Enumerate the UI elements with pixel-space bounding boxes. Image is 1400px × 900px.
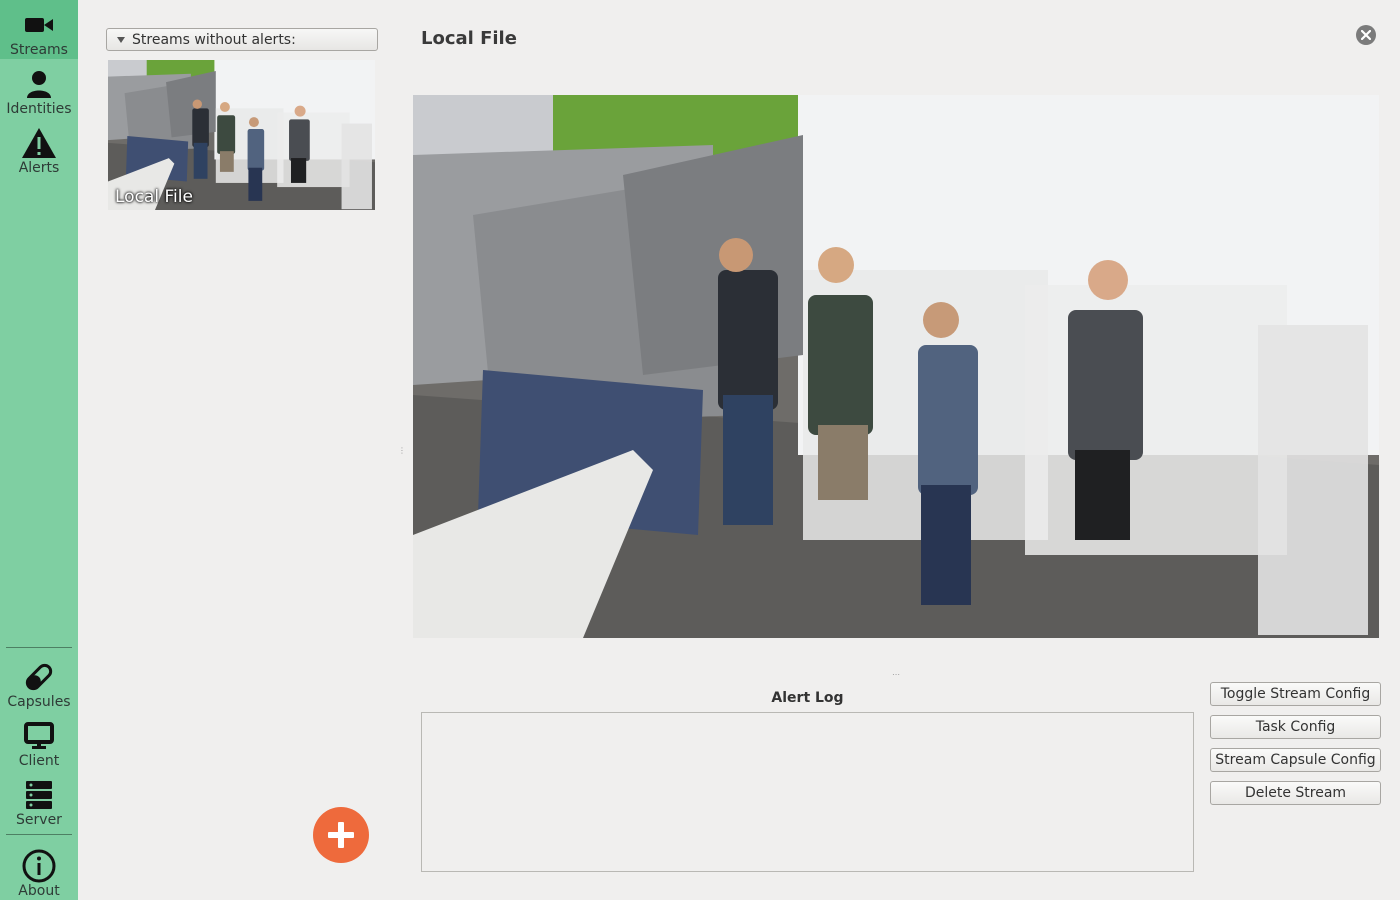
close-icon	[1361, 30, 1371, 40]
stream-video-image	[413, 95, 1379, 638]
add-stream-button[interactable]	[313, 807, 369, 863]
nav-identities-label: Identities	[6, 101, 72, 117]
nav-capsules[interactable]: Capsules	[0, 652, 78, 711]
monitor-icon	[19, 719, 59, 753]
nav-streams[interactable]: Streams	[0, 0, 78, 59]
plus-icon	[328, 822, 354, 848]
stream-thumbnail[interactable]: Local File	[108, 60, 375, 210]
close-stream-button[interactable]	[1356, 25, 1376, 45]
nav-about-label: About	[18, 883, 60, 899]
nav-server[interactable]: Server	[0, 770, 78, 829]
horizontal-splitter-handle[interactable]: ⋯	[892, 670, 901, 679]
nav-server-label: Server	[16, 812, 62, 828]
nav-divider	[6, 834, 72, 835]
capsule-icon	[19, 660, 59, 694]
warning-icon	[19, 126, 59, 160]
person-icon	[19, 67, 59, 101]
video-camera-icon	[19, 8, 59, 42]
task-config-button[interactable]: Task Config	[1210, 715, 1381, 739]
nav-streams-label: Streams	[10, 42, 68, 58]
nav-about[interactable]: About	[0, 840, 78, 900]
vertical-splitter-handle[interactable]: ⋮	[398, 446, 406, 455]
streams-filter-label: Streams without alerts:	[132, 31, 296, 48]
nav-client-label: Client	[18, 753, 60, 769]
alert-log-list[interactable]	[421, 712, 1194, 872]
toggle-stream-config-button[interactable]: Toggle Stream Config	[1210, 682, 1381, 706]
info-icon	[19, 849, 59, 883]
stream-video-frame	[413, 95, 1379, 638]
nav-client[interactable]: Client	[0, 711, 78, 770]
triangle-down-icon	[117, 36, 125, 43]
nav-alerts-label: Alerts	[18, 160, 60, 176]
streams-filter-dropdown[interactable]: Streams without alerts:	[106, 28, 378, 51]
nav-capsules-label: Capsules	[7, 694, 71, 710]
alert-log-title: Alert Log	[771, 690, 844, 706]
delete-stream-button[interactable]: Delete Stream	[1210, 781, 1381, 805]
stream-thumbnail-label: Local File	[115, 187, 193, 207]
nav-alerts[interactable]: Alerts	[0, 118, 78, 177]
nav-identities[interactable]: Identities	[0, 59, 78, 118]
nav-divider	[6, 647, 72, 648]
sidebar: Streams Identities Alerts Capsules Clien…	[0, 0, 78, 900]
server-icon	[19, 778, 59, 812]
stream-capsule-config-button[interactable]: Stream Capsule Config	[1210, 748, 1381, 772]
stream-title: Local File	[421, 28, 517, 49]
